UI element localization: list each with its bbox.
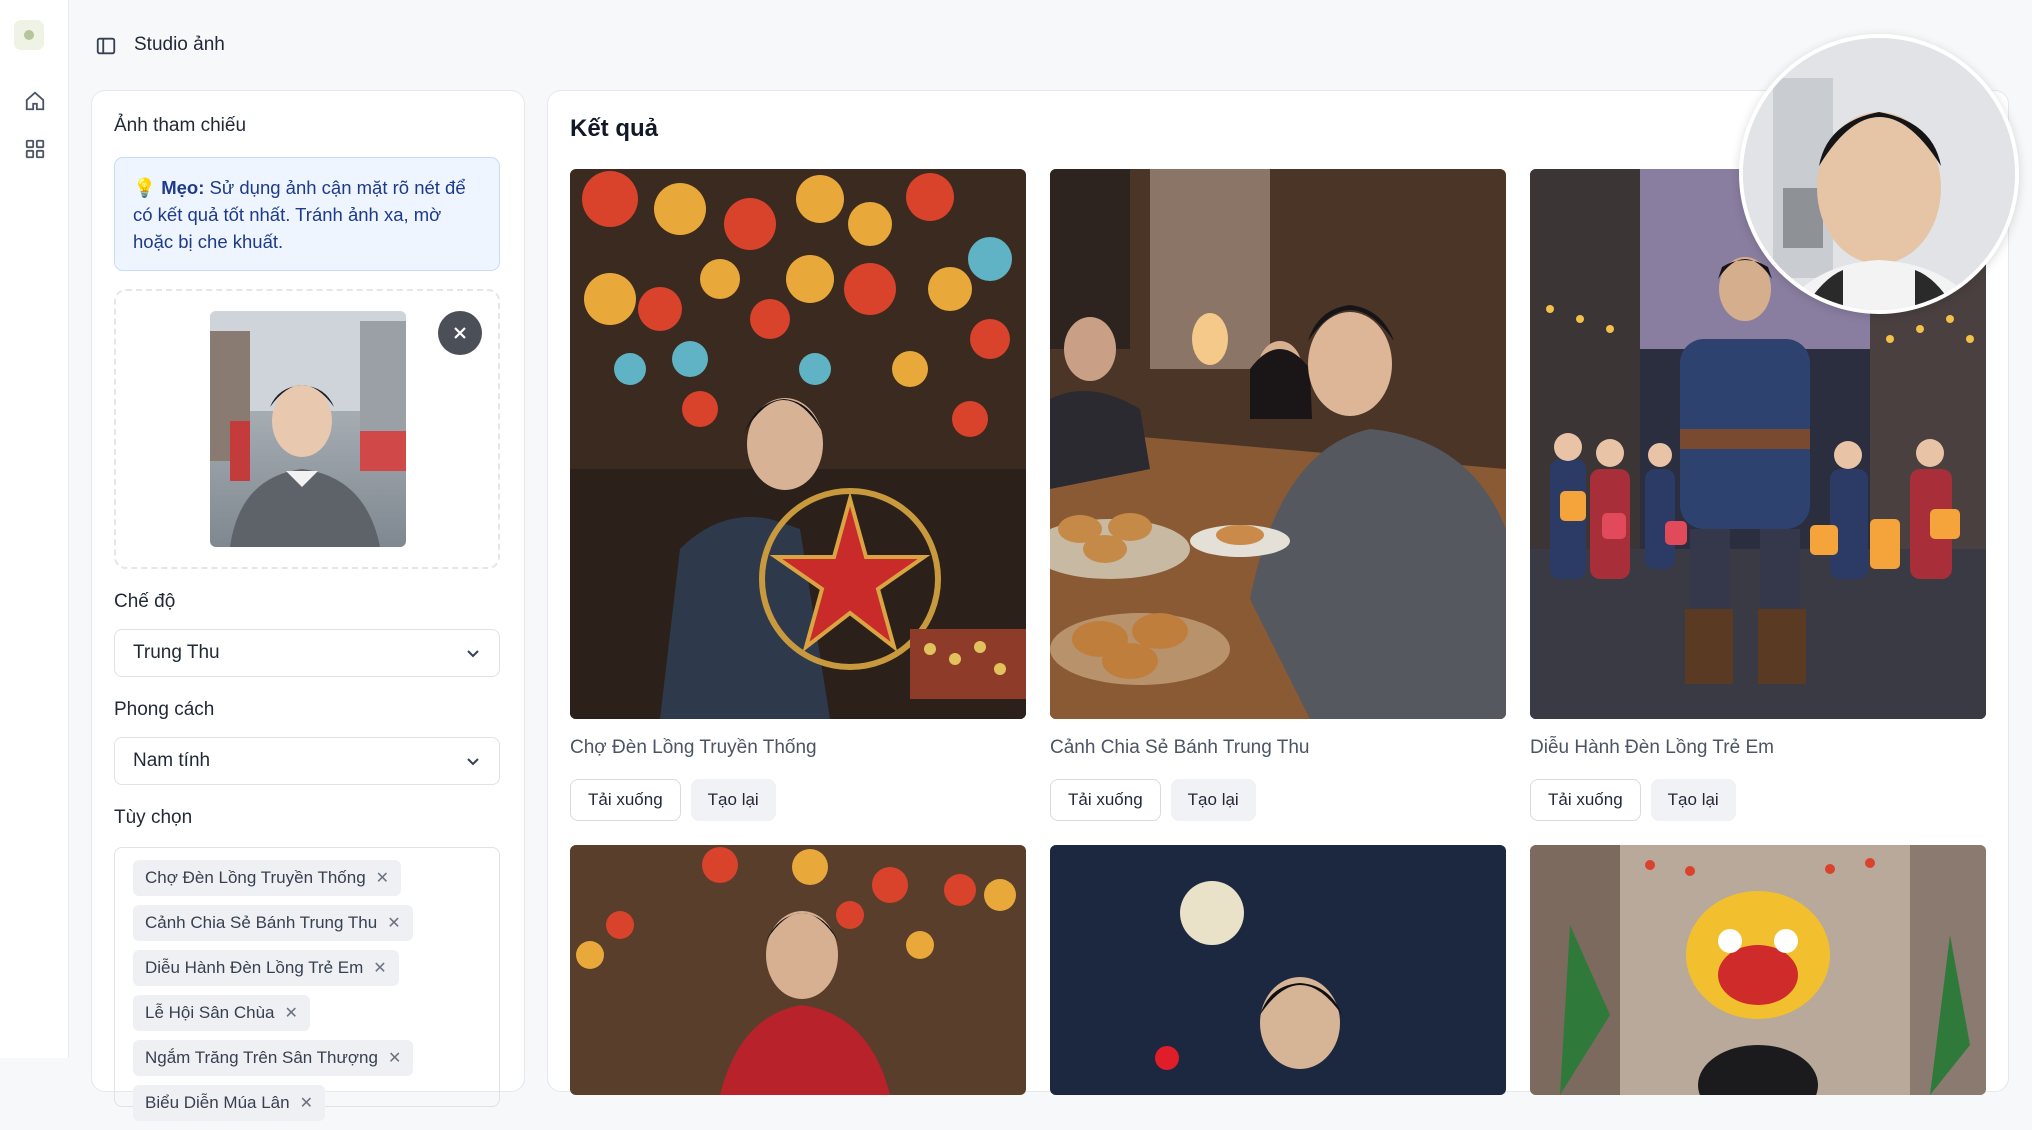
reference-dropzone[interactable] <box>114 289 500 569</box>
style-value: Nam tính <box>133 750 211 771</box>
webcam-overlay <box>1739 34 2019 314</box>
results-heading: Kết quả <box>570 115 659 142</box>
reference-image-label: Ảnh tham chiếu <box>114 115 247 136</box>
style-label: Phong cách <box>114 699 215 720</box>
regenerate-button[interactable]: Tạo lại <box>1650 779 1736 821</box>
option-tag: Chợ Đèn Lồng Truyền Thống ✕ <box>133 860 402 896</box>
settings-panel: Ảnh tham chiếu 💡 Mẹo: Sử dụng ảnh cận mặ… <box>91 90 525 1121</box>
remove-tag-icon[interactable]: ✕ <box>387 913 400 933</box>
home-icon[interactable] <box>20 86 50 116</box>
tip-box: 💡 Mẹo: Sử dụng ảnh cận mặt rõ nét để có … <box>114 157 500 271</box>
tip-prefix: Mẹo: <box>161 177 205 198</box>
option-tag: Ngắm Trăng Trên Sân Thượng ✕ <box>133 1040 414 1076</box>
mode-label: Chế độ <box>114 591 176 612</box>
close-icon <box>454 327 466 339</box>
chevron-down-icon <box>467 758 479 766</box>
sidebar-rail <box>0 0 69 1058</box>
remove-tag-icon[interactable]: ✕ <box>284 1003 297 1023</box>
result-card: Cảnh Chia Sẻ Bánh Trung Thu Tải xuống Tạ… <box>1050 169 1506 821</box>
gallery-icon[interactable] <box>20 134 50 164</box>
options-multiselect[interactable]: Chợ Đèn Lồng Truyền Thống ✕ Cảnh Chia Sẻ … <box>114 847 500 1121</box>
chevron-down-icon <box>467 650 479 658</box>
result-caption: Cảnh Chia Sẻ Bánh Trung Thu <box>1050 737 1310 758</box>
result-card: Chợ Đèn Lồng Truyền Thống Tải xuống Tạo … <box>570 169 1026 821</box>
cursor-indicator <box>1155 1046 1179 1070</box>
option-tag: Biểu Diễn Múa Lân ✕ <box>133 1085 325 1121</box>
regenerate-button[interactable]: Tạo lại <box>690 779 776 821</box>
option-tag: Diễu Hành Đèn Lồng Trẻ Em ✕ <box>133 950 399 986</box>
lightbulb-icon: 💡 <box>133 177 157 198</box>
remove-tag-icon[interactable]: ✕ <box>388 1048 401 1068</box>
regenerate-button[interactable]: Tạo lại <box>1170 779 1256 821</box>
reference-image <box>210 311 406 547</box>
style-select[interactable]: Nam tính <box>114 737 500 785</box>
options-label: Tùy chọn <box>114 807 193 828</box>
page-title: Studio ảnh <box>134 34 225 55</box>
result-image-mooncake-sharing[interactable] <box>1050 169 1506 719</box>
mode-value: Trung Thu <box>133 642 220 663</box>
result-image-lantern-market[interactable] <box>570 169 1026 719</box>
result-caption: Chợ Đèn Lồng Truyền Thống <box>570 737 817 758</box>
download-button[interactable]: Tải xuống <box>1530 779 1641 821</box>
download-button[interactable]: Tải xuống <box>570 779 681 821</box>
remove-tag-icon[interactable]: ✕ <box>373 958 386 978</box>
download-button[interactable]: Tải xuống <box>1050 779 1161 821</box>
remove-tag-icon[interactable]: ✕ <box>376 868 389 888</box>
remove-tag-icon[interactable]: ✕ <box>300 1093 313 1113</box>
option-tag: Cảnh Chia Sẻ Bánh Trung Thu ✕ <box>133 905 413 941</box>
remove-image-button[interactable] <box>438 311 482 355</box>
top-bar: Studio ảnh <box>68 0 2032 88</box>
mode-select[interactable]: Trung Thu <box>114 629 500 677</box>
sidebar-toggle-icon[interactable] <box>92 32 120 60</box>
option-tag: Lễ Hội Sân Chùa ✕ <box>133 995 310 1031</box>
app-logo[interactable] <box>14 20 44 50</box>
result-caption: Diễu Hành Đèn Lồng Trẻ Em <box>1530 737 1774 758</box>
